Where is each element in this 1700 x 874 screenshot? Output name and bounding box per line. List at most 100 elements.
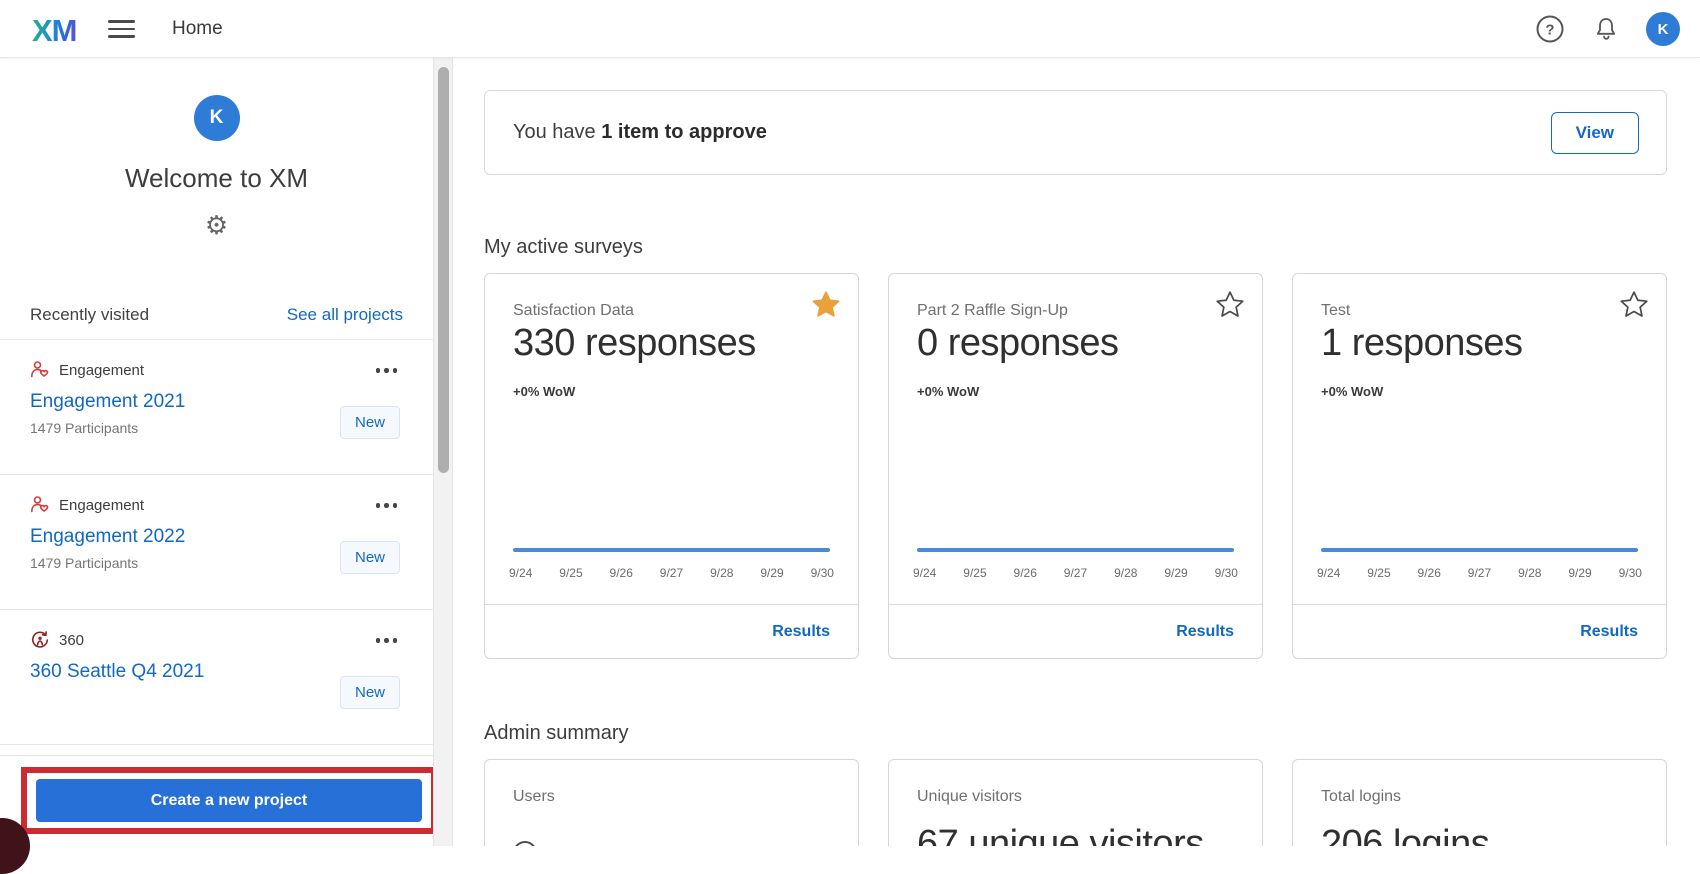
- admin-card-unique-visitors: Unique visitors 67 unique visitors: [888, 759, 1263, 846]
- survey-title: Part 2 Raffle Sign-Up: [917, 302, 1068, 320]
- help-icon[interactable]: ?: [1534, 13, 1566, 45]
- admin-card-total-logins: Total logins 206 logins: [1292, 759, 1667, 846]
- date-tick: 9/28: [710, 566, 733, 580]
- date-tick: 9/27: [1468, 566, 1491, 580]
- annotation-highlight-box: Create a new project: [21, 767, 437, 834]
- survey-card-satisfaction-data: Satisfaction Data 330 responses +0% WoW …: [484, 273, 859, 659]
- responses-sparkline: [917, 548, 1234, 552]
- favorite-star-icon[interactable]: [1620, 290, 1648, 318]
- admin-card-value: 206 logins: [1321, 823, 1656, 846]
- sidebar-profile: K Welcome to XM ⚙: [0, 95, 433, 239]
- project-type-row: Engagement: [30, 495, 403, 515]
- project-menu-dots-icon[interactable]: [372, 634, 402, 647]
- project-item-engagement-2021: Engagement Engagement 2021 1479 Particip…: [0, 340, 433, 475]
- responses-sparkline: [513, 548, 830, 552]
- new-badge[interactable]: New: [340, 406, 400, 439]
- create-new-project-button[interactable]: Create a new project: [36, 779, 422, 822]
- admin-summary-heading: Admin summary: [484, 719, 1667, 747]
- results-link[interactable]: Results: [772, 623, 830, 641]
- project-menu-dots-icon[interactable]: [372, 499, 402, 512]
- notifications-bell-icon[interactable]: [1590, 13, 1622, 45]
- approval-text: You have 1 item to approve: [513, 121, 767, 144]
- survey-card-test: Test 1 responses +0% WoW 9/249/259/269/2…: [1292, 273, 1667, 659]
- approval-banner: You have 1 item to approve View: [484, 90, 1667, 175]
- sidebar: K Welcome to XM ⚙ Recently visited See a…: [0, 58, 433, 846]
- svg-text:?: ?: [1545, 22, 1554, 39]
- date-tick: 9/27: [660, 566, 683, 580]
- settings-gear-icon[interactable]: ⚙: [205, 212, 228, 238]
- recently-visited-label: Recently visited: [30, 305, 149, 325]
- new-badge[interactable]: New: [340, 676, 400, 709]
- see-all-projects-link[interactable]: See all projects: [287, 305, 403, 325]
- project-item-engagement-2022: Engagement Engagement 2022 1479 Particip…: [0, 475, 433, 610]
- wow-delta: +0% WoW: [1321, 384, 1383, 399]
- project-type-label: Engagement: [59, 362, 144, 379]
- survey-card-footer: Results: [889, 604, 1262, 658]
- view-button[interactable]: View: [1551, 112, 1639, 154]
- date-tick: 9/28: [1114, 566, 1137, 580]
- xm-logo[interactable]: XM: [32, 13, 77, 49]
- admin-card-value: 67 unique visitors: [917, 823, 1252, 846]
- survey-cards-row: Satisfaction Data 330 responses +0% WoW …: [484, 273, 1667, 659]
- response-count: 0 responses: [917, 322, 1119, 365]
- date-tick: 9/26: [610, 566, 633, 580]
- date-tick: 9/25: [559, 566, 582, 580]
- date-tick: 9/24: [1317, 566, 1340, 580]
- sidebar-scrollbar-thumb[interactable]: [438, 67, 449, 473]
- project-link[interactable]: Engagement 2022: [30, 526, 185, 548]
- date-tick: 9/26: [1014, 566, 1037, 580]
- survey-title: Satisfaction Data: [513, 302, 634, 320]
- project-link[interactable]: 360 Seattle Q4 2021: [30, 661, 204, 683]
- project-type-label: Engagement: [59, 497, 144, 514]
- sidebar-bottom-bar: Create a new project: [0, 755, 433, 846]
- project-menu-dots-icon[interactable]: [372, 364, 402, 377]
- date-tick: 9/30: [1215, 566, 1238, 580]
- body: K Welcome to XM ⚙ Recently visited See a…: [0, 58, 1700, 846]
- active-surveys-heading: My active surveys: [484, 233, 1667, 261]
- sparkline-date-axis: 9/249/259/269/279/289/299/30: [1317, 566, 1642, 580]
- project-type-label: 360: [59, 632, 84, 649]
- date-tick: 9/30: [811, 566, 834, 580]
- sparkline-date-axis: 9/24 9/25 9/26 9/27 9/28 9/29 9/30: [913, 566, 1238, 580]
- favorite-star-icon[interactable]: [812, 290, 840, 318]
- approval-text-prefix: You have: [513, 121, 601, 143]
- survey-title: Test: [1321, 302, 1350, 320]
- topbar-actions: ? K: [1534, 0, 1700, 58]
- project-link[interactable]: Engagement 2021: [30, 391, 185, 413]
- admin-card-users: Users: [484, 759, 859, 846]
- results-link[interactable]: Results: [1580, 623, 1638, 641]
- survey-card-footer: Results: [485, 604, 858, 658]
- date-tick: 9/29: [760, 566, 783, 580]
- date-tick: 9/24: [913, 566, 936, 580]
- recently-visited-header: Recently visited See all projects: [30, 305, 403, 325]
- person-heart-icon: [30, 495, 50, 515]
- date-tick: 9/29: [1164, 566, 1187, 580]
- date-tick: 9/24: [509, 566, 532, 580]
- date-tick: 9/26: [1418, 566, 1441, 580]
- results-link[interactable]: Results: [1176, 623, 1234, 641]
- hamburger-menu-icon[interactable]: [108, 18, 135, 40]
- wow-delta: +0% WoW: [513, 384, 575, 399]
- admin-cards-row: Users Unique visitors 67 unique visitors…: [484, 759, 1667, 846]
- response-count: 330 responses: [513, 322, 756, 365]
- approval-text-bold: 1 item to approve: [601, 121, 767, 143]
- sparkline-date-axis: 9/24 9/25 9/26 9/27 9/28 9/29 9/30: [509, 566, 834, 580]
- date-tick: 9/30: [1619, 566, 1642, 580]
- response-count: 1 responses: [1321, 322, 1523, 365]
- person-heart-icon: [30, 360, 50, 380]
- survey-card-raffle-signup: Part 2 Raffle Sign-Up 0 responses +0% Wo…: [888, 273, 1263, 659]
- sidebar-scrollbar-track[interactable]: [433, 58, 453, 846]
- project-item-360-seattle: 360 360 Seattle Q4 2021 New: [0, 610, 433, 745]
- date-tick: 9/27: [1064, 566, 1087, 580]
- favorite-star-icon[interactable]: [1216, 290, 1244, 318]
- top-bar: XM Home ? K: [0, 0, 1700, 58]
- admin-card-title: Total logins: [1321, 788, 1401, 806]
- admin-card-title: Users: [513, 788, 555, 806]
- profile-avatar[interactable]: K: [194, 95, 240, 141]
- wow-delta: +0% WoW: [917, 384, 979, 399]
- user-avatar[interactable]: K: [1646, 12, 1680, 46]
- date-tick: 9/29: [1568, 566, 1591, 580]
- date-tick: 9/25: [963, 566, 986, 580]
- new-badge[interactable]: New: [340, 541, 400, 574]
- user-avatar-partial-icon: [513, 841, 537, 846]
